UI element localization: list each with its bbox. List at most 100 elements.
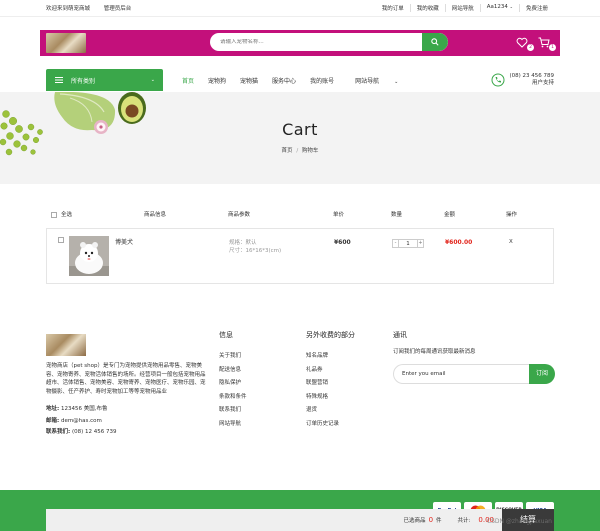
phone-label: 用户支持 <box>531 80 554 86</box>
unit-price: ¥600 <box>334 239 351 246</box>
remove-item-button[interactable]: X <box>509 239 513 245</box>
cart-table: 全选 商品信息 商品参数 单价 数量 金额 操作 博美犬 规格：默认 尺寸：16… <box>46 206 554 284</box>
all-categories-button[interactable]: 所有类别 ⌄ <box>46 69 163 91</box>
user-name: Aa1234 <box>486 4 508 10</box>
subscribe-button[interactable]: 订阅 <box>529 364 555 384</box>
header-amount: 金额 <box>444 212 456 218</box>
site-logo[interactable] <box>46 33 86 53</box>
top-bar-left: 欢迎来到萌宠商城 管理员后台 <box>46 4 131 12</box>
top-bar-right: 我的订单 我的收藏 网站导航 Aa1234 ⌄ 免费注册 <box>376 4 554 12</box>
footer-description: 宠物商店（pet shop）是专门为宠物提供宠物用品零售、宠物美容、宠物寄养、宠… <box>46 363 206 395</box>
product-name[interactable]: 博美犬 <box>115 237 133 246</box>
address-value: 123456 美国,布鲁 <box>60 406 108 413</box>
email-value: dem@has.com <box>60 417 102 424</box>
newsletter-description: 订阅我们的每周通讯获取最新消息 <box>393 349 476 355</box>
extras-link-affiliate[interactable]: 联盟营销 <box>306 377 355 391</box>
newsletter-form: Enter you email 订阅 <box>393 364 555 384</box>
quantity-stepper: - 1 + <box>392 239 424 248</box>
user-menu[interactable]: Aa1234 ⌄ <box>479 4 519 12</box>
support-phone: (08) 23 456 789 用户支持 <box>491 73 554 87</box>
header-unit-price: 单价 <box>333 212 345 218</box>
all-categories-label: 所有类别 <box>71 77 96 85</box>
footer-extras: 另外收费的部分 知名品牌 礼品券 联盟营销 特殊规格 退货 订单历史记录 <box>306 330 355 431</box>
main-nav: 所有类别 ⌄ 首页 宠物狗 宠物猫 服务中心 我的账号 网站导航 ⌄ (08) 2… <box>46 69 554 91</box>
nav-home[interactable]: 首页 <box>175 76 201 85</box>
nav-links: 首页 宠物狗 宠物猫 服务中心 我的账号 网站导航 ⌄ <box>175 76 412 85</box>
search-bar <box>210 33 448 51</box>
wishlist-button[interactable]: 2 <box>516 37 534 51</box>
newsletter-email-input[interactable]: Enter you email <box>393 364 529 384</box>
select-all-checkbox[interactable] <box>51 211 57 218</box>
header-action: 操作 <box>506 212 518 218</box>
header-product-params: 商品参数 <box>228 212 251 218</box>
breadcrumb-separator: / <box>296 148 299 154</box>
top-bar: 欢迎来到萌宠商城 管理员后台 我的订单 我的收藏 网站导航 Aa1234 ⌄ 免… <box>0 0 600 17</box>
breadcrumb: 首页 / 购物车 <box>0 146 600 154</box>
chevron-down-icon: ⌄ <box>509 4 513 9</box>
quantity-input[interactable]: 1 <box>399 239 417 248</box>
site-nav-link[interactable]: 网站导航 <box>444 4 480 12</box>
search-icon <box>431 38 439 46</box>
email-label: 邮箱: <box>46 417 60 424</box>
spec-line-2: 尺寸：16*16*3(cm) <box>229 248 282 254</box>
item-amount: ¥600.00 <box>445 239 473 246</box>
info-link-terms[interactable]: 条款和条件 <box>219 391 247 405</box>
my-orders-link[interactable]: 我的订单 <box>376 4 410 12</box>
address-label: 地址: <box>46 406 60 413</box>
chevron-down-icon: ⌄ <box>394 78 399 85</box>
wishlist-count-badge: 2 <box>527 44 534 51</box>
nav-site-nav[interactable]: 网站导航 ⌄ <box>341 76 412 85</box>
product-image[interactable] <box>69 236 109 276</box>
select-all[interactable]: 全选 <box>51 210 72 218</box>
header-band: 2 1 <box>40 30 560 56</box>
increase-button[interactable]: + <box>417 239 424 248</box>
phone-number: (08) 23 456 789 <box>509 73 554 79</box>
info-link-sitemap[interactable]: 网站导航 <box>219 418 247 432</box>
extras-link-brands[interactable]: 知名品牌 <box>306 350 355 364</box>
phone-value: (08) 12 456 739 <box>71 429 117 436</box>
header-icons: 2 1 <box>516 37 556 51</box>
menu-icon <box>55 77 63 83</box>
nav-service[interactable]: 服务中心 <box>265 76 303 85</box>
my-favorites-link[interactable]: 我的收藏 <box>409 4 445 12</box>
info-link-about[interactable]: 关于我们 <box>219 350 247 364</box>
info-link-contact[interactable]: 联系我们 <box>219 404 247 418</box>
nav-account[interactable]: 我的账号 <box>303 76 341 85</box>
total-label: 共计: <box>457 518 471 524</box>
footer-newsletter: 通讯 订阅我们的每周通讯获取最新消息 Enter you email 订阅 <box>393 330 555 384</box>
nav-cats[interactable]: 宠物猫 <box>233 76 265 85</box>
footer: 宠物商店（pet shop）是专门为宠物提供宠物用品零售、宠物美容、宠物寄养、宠… <box>46 330 555 470</box>
nav-dogs[interactable]: 宠物狗 <box>201 76 233 85</box>
product-specs: 规格：默认 尺寸：16*16*3(cm) <box>229 239 281 255</box>
spec-line-1: 规格：默认 <box>229 240 257 246</box>
search-button[interactable] <box>422 33 448 51</box>
admin-link[interactable]: 管理员后台 <box>104 6 132 12</box>
watermark: CSDN @zhangjiaxuan <box>486 518 552 525</box>
pomeranian-image <box>69 236 109 276</box>
selected-unit: 件 <box>436 518 442 524</box>
welcome-text: 欢迎来到萌宠商城 <box>46 6 91 12</box>
footer-about: 宠物商店（pet shop）是专门为宠物提供宠物用品零售、宠物美容、宠物寄养、宠… <box>46 334 206 439</box>
extras-link-orders[interactable]: 订单历史记录 <box>306 418 355 432</box>
info-link-delivery[interactable]: 配送信息 <box>219 364 247 378</box>
extras-link-gift[interactable]: 礼品券 <box>306 364 355 378</box>
decrease-button[interactable]: - <box>392 239 399 248</box>
phone-label: 联系我们: <box>46 429 71 436</box>
breadcrumb-current: 购物车 <box>301 148 319 154</box>
extras-link-specials[interactable]: 特殊规格 <box>306 391 355 405</box>
extras-title: 另外收费的部分 <box>306 331 355 339</box>
footer-logo <box>46 334 86 356</box>
selected-count: 0 <box>428 516 434 524</box>
selected-label: 已选商品 <box>403 518 426 524</box>
cart-button[interactable]: 1 <box>538 37 556 51</box>
extras-link-returns[interactable]: 退货 <box>306 404 355 418</box>
item-checkbox[interactable] <box>58 237 64 243</box>
info-link-privacy[interactable]: 隐私保护 <box>219 377 247 391</box>
header-product-info: 商品信息 <box>144 212 167 218</box>
cart-count-badge: 1 <box>549 44 556 51</box>
search-input[interactable] <box>210 39 422 45</box>
breadcrumb-home[interactable]: 首页 <box>282 148 293 154</box>
cart-summary-bar: 已选商品 0 件 共计: 0.00 结算 <box>46 509 554 531</box>
register-link[interactable]: 免费注册 <box>518 4 554 12</box>
footer-contact: 地址: 123456 美国,布鲁 邮箱: dem@has.com 联系我们: (… <box>46 404 206 439</box>
